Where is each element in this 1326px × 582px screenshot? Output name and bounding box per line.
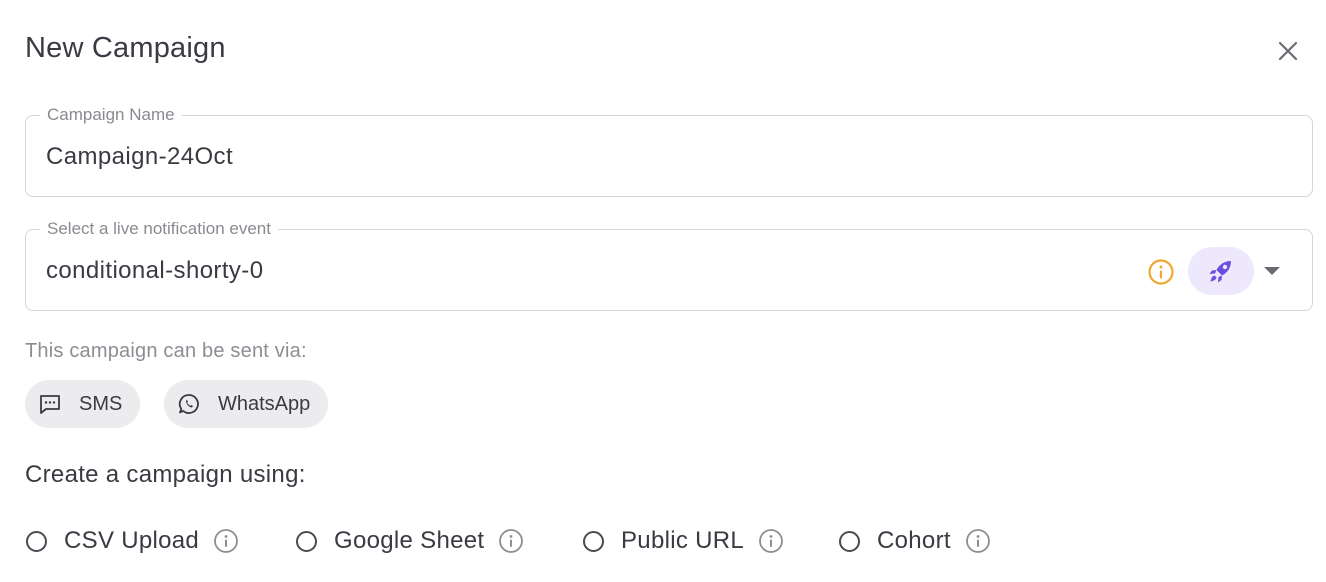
event-select-value[interactable]: conditional-shorty-0	[46, 257, 263, 285]
info-icon[interactable]	[965, 528, 991, 554]
campaign-name-field[interactable]: Campaign Name Campaign-24Oct	[25, 105, 1313, 197]
sms-chip[interactable]: SMS	[25, 380, 141, 428]
campaign-name-input[interactable]: Campaign-24Oct	[46, 143, 233, 171]
option-csv-upload[interactable]: CSV Upload	[26, 526, 239, 556]
info-icon[interactable]	[1147, 258, 1175, 286]
whatsapp-icon	[176, 391, 202, 417]
radio-cohort[interactable]	[839, 530, 860, 552]
whatsapp-label: WhatsApp	[218, 392, 311, 415]
info-icon[interactable]	[498, 528, 524, 554]
event-select-label: Select a live notification event	[40, 219, 278, 239]
radio-public-url[interactable]	[583, 530, 604, 552]
caret-down-icon[interactable]	[1264, 267, 1280, 275]
event-select-field[interactable]: Select a live notification event conditi…	[25, 219, 1313, 311]
info-icon[interactable]	[213, 528, 239, 554]
radio-csv-upload[interactable]	[26, 530, 47, 552]
option-cohort[interactable]: Cohort	[839, 526, 991, 556]
option-label: Public URL	[621, 527, 745, 554]
info-icon[interactable]	[758, 528, 784, 554]
option-label: Cohort	[877, 527, 951, 554]
channels-heading: This campaign can be sent via:	[25, 340, 307, 362]
option-google-sheet[interactable]: Google Sheet	[296, 526, 524, 556]
radio-google-sheet[interactable]	[296, 530, 317, 552]
close-icon	[1278, 41, 1298, 61]
rocket-button[interactable]	[1188, 247, 1254, 295]
rocket-icon	[1209, 261, 1231, 283]
option-label: CSV Upload	[64, 527, 200, 554]
option-label: Google Sheet	[334, 527, 485, 554]
create-using-heading: Create a campaign using:	[25, 461, 306, 488]
option-public-url[interactable]: Public URL	[583, 526, 784, 556]
sms-icon	[37, 391, 63, 417]
campaign-name-label: Campaign Name	[40, 105, 182, 125]
whatsapp-chip[interactable]: WhatsApp	[164, 380, 329, 428]
sms-label: SMS	[79, 392, 123, 415]
close-button[interactable]	[1272, 35, 1304, 67]
dialog-title: New Campaign	[25, 32, 226, 64]
